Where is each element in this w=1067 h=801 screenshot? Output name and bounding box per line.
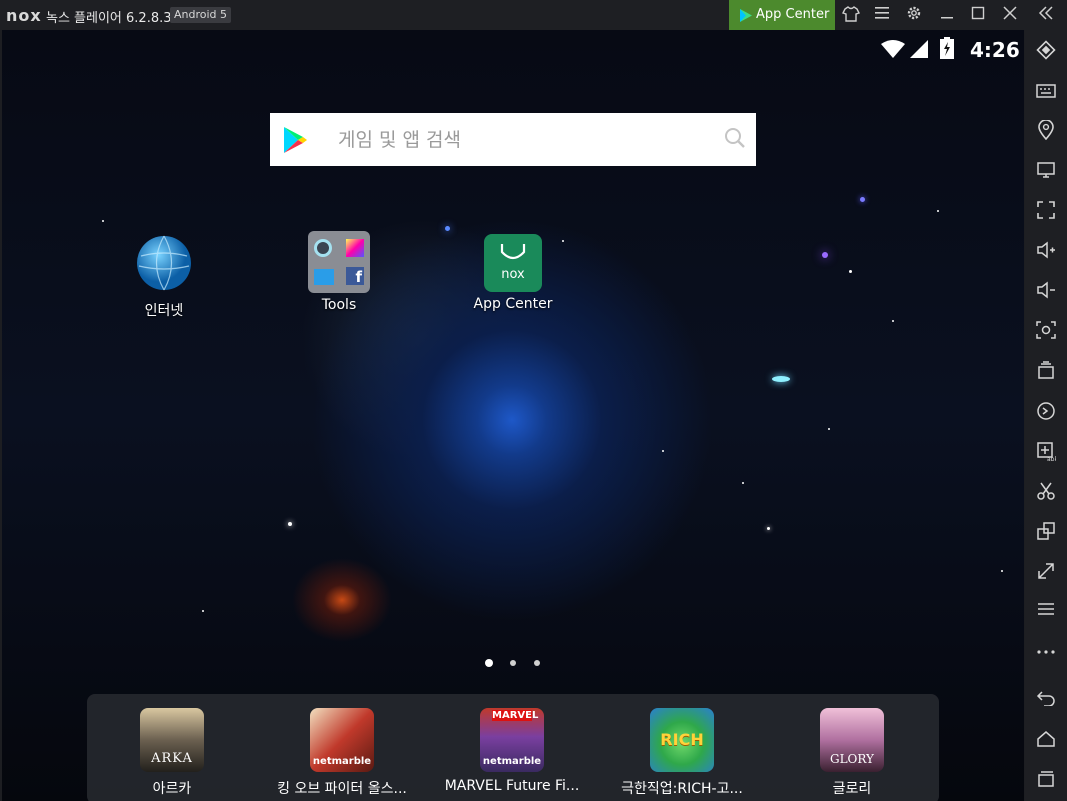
rotate-screen-icon[interactable] (1036, 40, 1056, 60)
app-label: 글로리 (832, 781, 872, 797)
maximize-icon[interactable] (968, 5, 988, 25)
macro-recorder-icon[interactable] (1036, 401, 1056, 421)
app-label: Tools (321, 297, 357, 313)
dock-app-arka[interactable]: ARKA 아르카 (87, 708, 257, 798)
multi-window-icon[interactable] (1036, 521, 1056, 541)
arka-game-icon: ARKA (140, 708, 204, 772)
play-store-icon (740, 9, 752, 22)
app-label: 킹 오브 파이터 올스... (277, 781, 407, 797)
star (288, 522, 292, 526)
android-home-screen[interactable]: 4:26 인터넷 f Tools nox App Center (2, 30, 1024, 801)
battery-charging-icon (940, 37, 954, 63)
star (662, 450, 664, 452)
search-input[interactable] (336, 125, 700, 155)
app-label: 극한직업:RICH-고... (621, 781, 743, 797)
title-bar: nox 녹스 플레이어 6.2.8.3 Android 5 App Center (0, 0, 1067, 30)
star (102, 220, 104, 222)
collapse-sidebar-icon[interactable] (1036, 5, 1056, 25)
resize-arrow-icon[interactable] (1036, 561, 1056, 581)
search-icon[interactable] (724, 127, 746, 149)
dock-app-glory[interactable]: GLORY 글로리 (767, 708, 937, 798)
fullscreen-icon[interactable] (1036, 201, 1056, 221)
desktop-app-internet[interactable]: 인터넷 (104, 234, 224, 320)
app-label: 아르카 (152, 781, 192, 797)
status-clock: 4:26 (970, 38, 1020, 62)
screenshot-icon[interactable] (1036, 321, 1056, 341)
desktop-app-app-center[interactable]: nox App Center (453, 234, 573, 312)
signal-icon (909, 39, 929, 63)
back-icon[interactable] (1036, 690, 1056, 710)
star (1001, 570, 1003, 572)
wifi-icon (880, 39, 906, 63)
install-apk-icon[interactable]: apk (1036, 441, 1058, 463)
star (742, 482, 744, 484)
star (822, 252, 828, 258)
minimize-icon[interactable] (937, 5, 957, 25)
google-play-icon (284, 127, 307, 153)
kof-game-icon: netmarble (310, 708, 374, 772)
app-label: MARVEL Future Fi... (444, 778, 580, 794)
comet (772, 376, 790, 382)
desktop-app-tools[interactable]: f Tools (279, 231, 399, 313)
tools-folder-icon: f (308, 231, 370, 293)
shirt-icon[interactable] (841, 5, 861, 25)
nox-logo: nox (6, 6, 42, 25)
volume-up-icon[interactable] (1036, 241, 1056, 261)
star (202, 610, 204, 612)
app-label: 인터넷 (144, 303, 184, 319)
page-indicator[interactable] (534, 660, 540, 666)
dock-app-rich[interactable]: RICH 극한직업:RICH-고... (597, 708, 767, 798)
home-icon[interactable] (1036, 730, 1056, 750)
hamburger-menu-icon[interactable] (1036, 601, 1056, 621)
page-indicator-active[interactable] (485, 659, 493, 667)
glory-game-icon: GLORY (820, 708, 884, 772)
star (860, 197, 865, 202)
volume-down-icon[interactable] (1036, 281, 1056, 301)
app-center-button[interactable]: App Center (729, 0, 835, 30)
dock-app-marvel-future-fight[interactable]: MARVEL netmarble MARVEL Future Fi... (427, 708, 597, 794)
page-indicator[interactable] (510, 660, 516, 666)
star (767, 527, 770, 530)
recent-apps-icon[interactable] (1036, 770, 1056, 790)
app-center-label: App Center (756, 7, 830, 22)
dock-app-kof-allstar[interactable]: netmarble 킹 오브 파이터 올스... (257, 708, 427, 798)
globe-icon (137, 235, 191, 291)
rich-game-icon: RICH (650, 708, 714, 772)
settings-gear-icon[interactable] (904, 5, 924, 25)
svg-text:apk: apk (1047, 456, 1056, 461)
close-icon[interactable] (1000, 5, 1020, 25)
android-version-badge: Android 5 (170, 7, 232, 23)
scissors-icon[interactable] (1036, 481, 1056, 501)
more-options-icon[interactable] (1036, 641, 1056, 661)
keyboard-icon[interactable] (1036, 81, 1056, 101)
star (892, 320, 894, 322)
star (937, 210, 939, 212)
screen-display-icon[interactable] (1036, 161, 1056, 181)
star (828, 428, 830, 430)
svg-text:nox: nox (501, 267, 525, 282)
app-dock: ARKA 아르카 netmarble 킹 오브 파이터 올스... MARVEL… (87, 694, 939, 801)
app-center-bag-icon: nox (484, 234, 542, 292)
star (445, 226, 450, 231)
star (849, 270, 852, 273)
multi-instance-icon[interactable] (1036, 361, 1056, 381)
menu-icon[interactable] (872, 5, 892, 25)
play-store-search-bar[interactable] (270, 113, 756, 166)
app-label: App Center (473, 296, 553, 312)
marvel-game-icon: MARVEL netmarble (480, 708, 544, 772)
location-pin-icon[interactable] (1036, 119, 1056, 141)
emulator-toolbar: apk (1025, 30, 1067, 801)
window-title: 녹스 플레이어 6.2.8.3 (46, 11, 172, 26)
